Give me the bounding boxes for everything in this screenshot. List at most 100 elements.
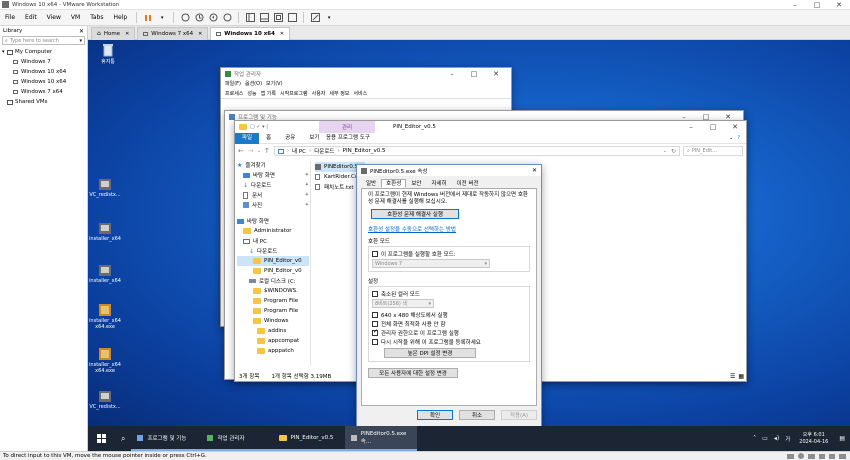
nav-item-quick-access[interactable]: ★ 즐겨찾기 bbox=[237, 160, 309, 170]
breadcrumb-current-folder[interactable]: PIN_Editor_v0.5 bbox=[343, 148, 386, 154]
manage-snapshots-icon[interactable] bbox=[221, 12, 233, 24]
tab-users[interactable]: 사용자 bbox=[310, 90, 328, 97]
minimize-button[interactable]: – bbox=[784, 1, 806, 9]
tab-windows-10-x64[interactable]: Windows 10 x64 ✕ bbox=[210, 26, 291, 40]
close-icon[interactable]: ✕ bbox=[198, 31, 202, 37]
taskbar-item-programs[interactable]: 프로그램 및 기능 bbox=[131, 426, 202, 451]
nav-item-folder[interactable]: addins bbox=[237, 326, 309, 336]
large-icons-view-icon[interactable]: ▦ bbox=[738, 373, 744, 380]
maximize-button[interactable]: □ bbox=[702, 123, 724, 131]
menu-vm[interactable]: VM bbox=[66, 10, 85, 26]
usb-icon[interactable] bbox=[819, 453, 825, 459]
dropdown-icon[interactable]: ▾ bbox=[156, 12, 168, 24]
tree-item-vm[interactable]: Windows 7 x64 bbox=[2, 87, 85, 97]
menu-tabs[interactable]: Tabs bbox=[85, 10, 108, 26]
apply-button[interactable]: 적용(A) bbox=[501, 410, 537, 420]
nav-item-pin-editor[interactable]: PIN_Editor_v0 bbox=[237, 266, 309, 276]
hard-disk-icon[interactable] bbox=[787, 453, 794, 459]
minimize-button[interactable]: – bbox=[441, 70, 463, 78]
checkbox-checked[interactable] bbox=[372, 328, 378, 336]
nav-item-folder[interactable]: Program File bbox=[237, 296, 309, 306]
compat-os-select[interactable]: Windows 7 ▾ bbox=[372, 259, 490, 268]
menu-help[interactable]: Help bbox=[109, 10, 133, 26]
notification-icon[interactable]: ▤ bbox=[839, 435, 845, 442]
chevron-down-icon[interactable]: ⌄ bbox=[729, 135, 733, 141]
taskbar-item-explorer[interactable]: PIN_Editor_v0.5 bbox=[273, 426, 346, 451]
checkbox[interactable] bbox=[372, 320, 378, 327]
tab-details[interactable]: 세부 정보 bbox=[327, 90, 351, 97]
library-view-icon[interactable] bbox=[244, 12, 256, 24]
clock[interactable]: 오후 6:01 2024-04-16 bbox=[799, 432, 828, 446]
sound-icon[interactable] bbox=[829, 453, 835, 459]
display-icon[interactable] bbox=[839, 453, 846, 459]
stretch-guest-icon[interactable] bbox=[309, 12, 321, 24]
nav-item-folder[interactable]: apppatch bbox=[237, 346, 309, 356]
refresh-icon[interactable]: ↻ bbox=[671, 148, 676, 155]
checkbox[interactable] bbox=[372, 290, 378, 297]
register-restart-checkbox[interactable]: 다시 시작을 위해 이 프로그램을 등록하세요 bbox=[372, 337, 526, 346]
tab-windows-7-x64[interactable]: Windows 7 x64 ✕ bbox=[137, 26, 209, 40]
ribbon-tab-home[interactable]: 홈 bbox=[259, 133, 278, 144]
change-all-users-button[interactable]: 모든 사용자에 대한 설정 변경 bbox=[368, 368, 458, 378]
snapshot-icon[interactable] bbox=[193, 12, 205, 24]
close-button[interactable]: ✕ bbox=[724, 123, 746, 131]
nav-item-documents[interactable]: 문서 ✦ bbox=[237, 190, 309, 200]
pause-icon[interactable] bbox=[142, 12, 154, 24]
menu-view[interactable]: View bbox=[42, 10, 66, 26]
cancel-button[interactable]: 취소 bbox=[459, 410, 495, 420]
fullscreen-optimization-checkbox[interactable]: 전체 화면 최적화 사용 안 함 bbox=[372, 319, 526, 328]
nav-item-folder[interactable]: $WINDOWS. bbox=[237, 286, 309, 296]
menu-file[interactable]: 파일(F) bbox=[223, 80, 243, 89]
link-text[interactable]: 호환성 설정을 수동으로 선택하는 방법 bbox=[368, 227, 456, 233]
tab-details[interactable]: 자세히 bbox=[426, 179, 451, 188]
cd-drive-icon[interactable] bbox=[798, 453, 804, 459]
close-button[interactable]: ✕ bbox=[532, 167, 537, 174]
nav-item-pictures[interactable]: 사진 ✦ bbox=[237, 200, 309, 210]
installer-icon[interactable]: installer_x64 x64.exe bbox=[88, 302, 122, 330]
close-icon[interactable]: ✕ bbox=[280, 31, 284, 37]
up-icon[interactable]: ↑ bbox=[264, 147, 270, 155]
revert-snapshot-icon[interactable] bbox=[207, 12, 219, 24]
explorer-search-input[interactable]: ⌕ PIN_Edit... bbox=[683, 146, 743, 156]
chevron-up-icon[interactable]: ˄ bbox=[753, 435, 756, 442]
manual-settings-link[interactable]: 호환성 설정을 수동으로 선택하는 방법 bbox=[368, 225, 530, 233]
tab-performance[interactable]: 성능 bbox=[245, 90, 258, 97]
back-icon[interactable]: ← bbox=[238, 147, 244, 155]
ribbon-tab-app-tools[interactable]: 응용 프로그램 도구 bbox=[319, 133, 377, 144]
checkbox[interactable] bbox=[372, 338, 378, 345]
close-button[interactable]: ✕ bbox=[828, 1, 850, 9]
tree-item-shared-vms[interactable]: Shared VMs bbox=[2, 97, 85, 107]
menu-view[interactable]: 보기(V) bbox=[264, 80, 285, 89]
nav-item-desktop[interactable]: 바탕 화면 ✦ bbox=[237, 170, 309, 180]
tab-compatibility[interactable]: 호환성 bbox=[381, 179, 407, 188]
properties-dialog[interactable]: PINEditor0.5.exe 속성 ✕ 일반 호환성 보안 자세히 이전 버… bbox=[356, 164, 542, 426]
volume-icon[interactable]: ◂) bbox=[774, 435, 779, 442]
chevron-down-icon[interactable]: ▾ bbox=[79, 38, 82, 44]
nav-item-pin-editor-selected[interactable]: PIN_Editor_v0 bbox=[237, 256, 309, 266]
close-icon[interactable]: ✕ bbox=[79, 28, 84, 35]
nav-item-local-disk[interactable]: 로컬 디스크 (C: bbox=[237, 276, 309, 286]
tree-item-vm[interactable]: Windows 10 x64 bbox=[2, 77, 85, 87]
tab-previous-versions[interactable]: 이전 버전 bbox=[452, 179, 484, 188]
nav-item-downloads-pc[interactable]: ↓ 다운로드 bbox=[237, 246, 309, 256]
installer-icon[interactable]: VC_redistx... bbox=[88, 176, 122, 198]
unity-icon[interactable] bbox=[286, 12, 298, 24]
menu-options[interactable]: 옵션(O) bbox=[243, 80, 264, 89]
tree-item-my-computer[interactable]: ▾ My Computer bbox=[2, 47, 85, 57]
menu-edit[interactable]: Edit bbox=[20, 10, 42, 26]
nav-item-folder[interactable]: appcompat bbox=[237, 336, 309, 346]
task-manager-titlebar[interactable]: 작업 관리자 – □ ✕ bbox=[221, 68, 511, 80]
start-button[interactable] bbox=[88, 426, 115, 451]
compat-mode-checkbox[interactable]: 이 프로그램을 실행할 호환 모드: bbox=[372, 249, 526, 258]
forward-icon[interactable]: → bbox=[248, 147, 254, 155]
library-search-input[interactable]: ⌕ Type here to search ▾ bbox=[2, 36, 85, 45]
ok-button[interactable]: 확인 bbox=[417, 410, 453, 420]
guest-desktop[interactable]: 휴지통 VC_redistx... installer_x64 installe… bbox=[88, 40, 850, 426]
tab-security[interactable]: 보안 bbox=[406, 179, 426, 188]
thumbnail-view-icon[interactable] bbox=[258, 12, 270, 24]
maximize-button[interactable]: □ bbox=[463, 70, 485, 78]
color-mode-select[interactable]: 8비트(256) 색 ▾ bbox=[372, 299, 434, 308]
nav-item-folder[interactable]: Program File bbox=[237, 306, 309, 316]
tab-home[interactable]: ⌂ Home ✕ bbox=[91, 26, 136, 40]
explorer-titlebar[interactable]: ▢ ✓ ▾ | 관리 PIN_Editor_v0.5 – □ ✕ bbox=[235, 121, 746, 133]
